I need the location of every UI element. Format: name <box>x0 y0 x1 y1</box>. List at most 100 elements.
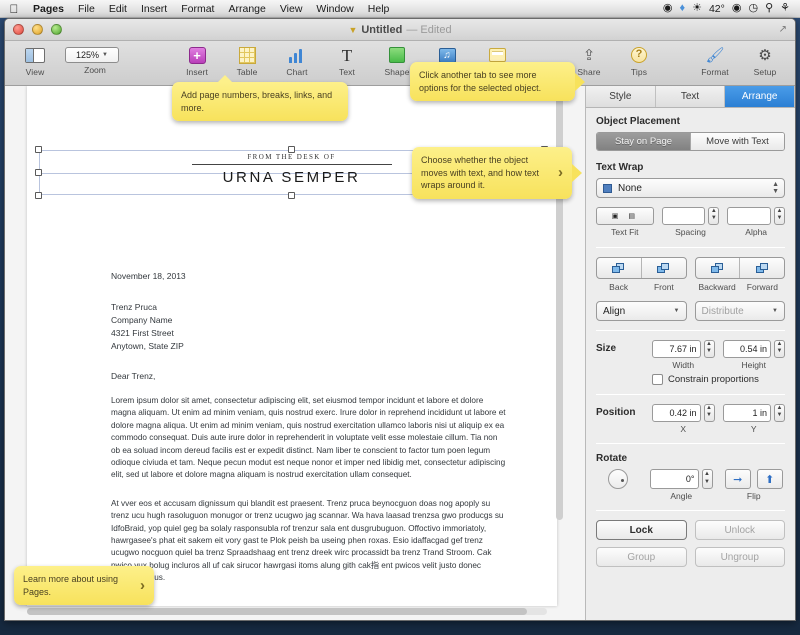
send-backward-button[interactable] <box>696 258 740 278</box>
rotate-dial[interactable] <box>608 469 628 489</box>
angle-stepper[interactable]: ▲▼ <box>702 469 713 489</box>
weather-icon[interactable]: ☀ <box>692 3 702 14</box>
menu-file[interactable]: File <box>71 0 102 18</box>
zoom-select[interactable]: 125% ▼ <box>65 47 119 63</box>
callout-learn-more[interactable]: Learn more about using Pages. › <box>14 566 154 605</box>
option-stay-on-page[interactable]: Stay on Page <box>597 133 690 150</box>
tips-button[interactable]: ? Tips <box>619 44 659 77</box>
menu-format[interactable]: Format <box>174 0 221 18</box>
align-dropdown[interactable]: Align ▼ <box>596 301 687 321</box>
key-icon[interactable]: ⚲ <box>765 3 773 14</box>
height-input[interactable]: 0.54 in <box>723 340 772 358</box>
menu-pages[interactable]: Pages <box>26 0 71 18</box>
callout-tab[interactable]: Click another tab to see more options fo… <box>410 62 575 101</box>
option-move-with-text[interactable]: Move with Text <box>690 133 784 150</box>
view-icon <box>25 48 45 63</box>
position-y-stepper[interactable]: ▲▼ <box>774 404 785 422</box>
text-button[interactable]: T Text <box>327 44 367 77</box>
view-button[interactable]: View <box>15 44 55 77</box>
angle-input[interactable]: 0° <box>650 469 699 489</box>
document-horizontal-scrollbar[interactable] <box>27 608 547 615</box>
resize-handle-middle-left[interactable] <box>35 169 42 176</box>
menu-edit[interactable]: Edit <box>102 0 134 18</box>
bring-to-front-button[interactable] <box>641 258 686 278</box>
checkbox-icon[interactable] <box>652 374 663 385</box>
record-icon[interactable]: ◉ <box>663 3 673 14</box>
constrain-proportions-checkbox[interactable]: Constrain proportions <box>652 374 785 385</box>
lock-button[interactable]: Lock <box>596 520 687 540</box>
resize-handle-bottom-left[interactable] <box>35 192 42 199</box>
height-stepper[interactable]: ▲▼ <box>774 340 785 358</box>
expand-icon[interactable]: ↗ <box>779 24 787 35</box>
tab-style[interactable]: Style <box>586 86 656 107</box>
callout-pointer-icon <box>575 73 585 91</box>
send-to-back-button[interactable] <box>597 258 641 278</box>
letter-body[interactable]: November 18, 2013 Trenz Pruca Company Na… <box>111 271 506 601</box>
tab-text[interactable]: Text <box>656 86 726 107</box>
spacing-stepper[interactable]: ▲▼ <box>708 207 719 225</box>
resize-handle-bottom-center[interactable] <box>288 192 295 199</box>
alpha-input[interactable] <box>727 207 771 225</box>
callout-text-wrap[interactable]: Choose whether the object moves with tex… <box>412 147 572 199</box>
flip-vertical-button[interactable]: ⬆ <box>757 469 783 489</box>
format-button[interactable]: 🖌 Format <box>695 44 735 77</box>
toolbar-left-group: View 125% ▼ Zoom <box>15 44 125 77</box>
object-placement-segmented[interactable]: Stay on Page Move with Text <box>596 132 785 151</box>
unlock-button[interactable]: Unlock <box>695 520 786 540</box>
callout-insert[interactable]: Add page numbers, breaks, links, and mor… <box>172 82 348 121</box>
bring-forward-button[interactable] <box>739 258 784 278</box>
chart-label: Chart <box>277 67 317 77</box>
group-button[interactable]: Group <box>596 547 687 567</box>
back-label: Back <box>596 282 641 292</box>
position-y-input[interactable]: 1 in <box>723 404 772 422</box>
insert-button[interactable]: + Insert <box>177 44 217 77</box>
zoom-control[interactable]: 125% ▼ Zoom <box>65 44 125 75</box>
tab-arrange[interactable]: Arrange <box>725 86 795 107</box>
angle-field[interactable]: 0° ▲▼ Angle <box>650 469 713 501</box>
text-fit-field[interactable]: ▣ ▤ Text Fit <box>596 207 654 237</box>
width-input[interactable]: 7.67 in <box>652 340 701 358</box>
spacing-input[interactable] <box>662 207 706 225</box>
text-label: Text <box>327 67 367 77</box>
spacing-field[interactable]: ▲▼ Spacing <box>662 207 720 237</box>
position-x-field[interactable]: 0.42 in ▲▼ X <box>652 404 715 434</box>
text-fit-left-icon[interactable]: ▣ <box>612 212 619 220</box>
dropbox-icon[interactable]: ♦ <box>679 3 685 14</box>
apple-menu-icon[interactable]:  <box>6 3 22 15</box>
flip-horizontal-button[interactable]: ➞ <box>725 469 751 489</box>
menu-window[interactable]: Window <box>309 0 360 18</box>
chart-button[interactable]: Chart <box>277 44 317 77</box>
rotate-row: 0° ▲▼ Angle ➞ ⬆ Flip <box>596 469 785 501</box>
chevron-right-icon[interactable]: › <box>140 579 145 592</box>
backward-forward-pair[interactable] <box>695 257 786 279</box>
resize-handle-top-center[interactable] <box>288 146 295 153</box>
wireless-icon[interactable]: ◉ <box>732 3 742 14</box>
text-wrap-select[interactable]: None ▲▼ <box>596 178 785 198</box>
clock-icon[interactable]: ◷ <box>748 3 758 14</box>
position-x-stepper[interactable]: ▲▼ <box>704 404 715 422</box>
text-fit-right-icon[interactable]: ▤ <box>628 212 635 220</box>
toolbar: View 125% ▼ Zoom + Insert <box>5 41 795 86</box>
width-stepper[interactable]: ▲▼ <box>704 340 715 358</box>
distribute-dropdown[interactable]: Distribute ▼ <box>695 301 786 321</box>
table-button[interactable]: Table <box>227 44 267 77</box>
ungroup-button[interactable]: Ungroup <box>695 547 786 567</box>
divider-4 <box>596 443 785 444</box>
share-icon[interactable]: ⚘ <box>780 3 790 14</box>
menu-view[interactable]: View <box>273 0 310 18</box>
back-front-pair[interactable] <box>596 257 687 279</box>
menu-arrange[interactable]: Arrange <box>221 0 272 18</box>
width-field[interactable]: 7.67 in ▲▼ Width <box>652 340 715 370</box>
height-field[interactable]: 0.54 in ▲▼ Height <box>723 340 786 370</box>
menu-insert[interactable]: Insert <box>134 0 174 18</box>
setup-button[interactable]: ⚙ Setup <box>745 44 785 77</box>
menu-temperature: 42° <box>709 3 725 15</box>
position-x-input[interactable]: 0.42 in <box>652 404 701 422</box>
alpha-field[interactable]: ▲▼ Alpha <box>727 207 785 237</box>
alpha-stepper[interactable]: ▲▼ <box>774 207 785 225</box>
position-y-field[interactable]: 1 in ▲▼ Y <box>723 404 786 434</box>
resize-handle-top-left[interactable] <box>35 146 42 153</box>
chevron-right-icon[interactable]: › <box>558 167 563 180</box>
menu-help[interactable]: Help <box>361 0 397 18</box>
rotate-title: Rotate <box>596 453 785 464</box>
